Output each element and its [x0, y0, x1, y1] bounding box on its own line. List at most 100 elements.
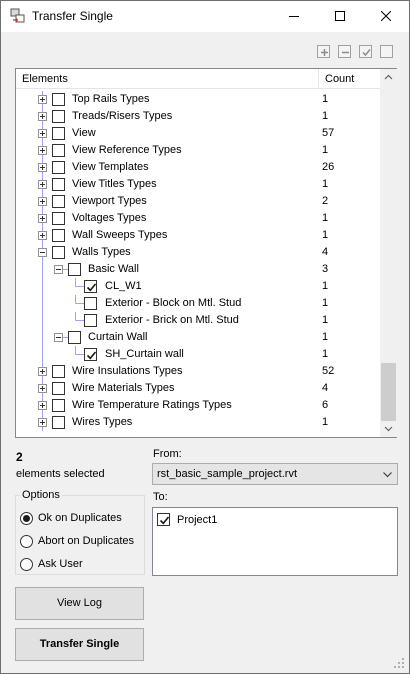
tree-row[interactable]: View 57: [16, 125, 380, 142]
tree-row[interactable]: Walls Types 4: [16, 244, 380, 261]
tree-row-label: Basic Wall: [88, 263, 139, 275]
tree-row[interactable]: Wall Sweeps Types 1: [16, 227, 380, 244]
from-project-select[interactable]: rst_basic_sample_project.rvt: [152, 463, 398, 485]
tree-row-checkbox[interactable]: [52, 161, 65, 174]
transfer-single-button[interactable]: Transfer Single: [15, 628, 144, 661]
count-column-header[interactable]: Count: [325, 73, 354, 85]
tree-row-checkbox[interactable]: [68, 263, 81, 276]
expand-icon[interactable]: [38, 129, 47, 138]
tree-row-checkbox[interactable]: [52, 399, 65, 412]
tree-row-checkbox[interactable]: [52, 93, 65, 106]
tree-row-checkbox[interactable]: [84, 348, 97, 361]
tree-row-checkbox[interactable]: [52, 229, 65, 242]
expand-all-button[interactable]: [317, 45, 330, 58]
expand-icon[interactable]: [38, 180, 47, 189]
expand-icon[interactable]: [38, 197, 47, 206]
tree-row-label: Wire Materials Types: [72, 382, 175, 394]
elements-tree[interactable]: Elements Count Top Rails Types 1 Treads/Ri…: [15, 68, 397, 438]
expand-icon[interactable]: [38, 112, 47, 121]
to-project-list[interactable]: Project1: [152, 507, 398, 576]
to-project-checkbox[interactable]: [157, 513, 170, 526]
expand-icon[interactable]: [38, 384, 47, 393]
tree-row-count: 1: [322, 331, 329, 343]
tree-row-label: Wires Types: [72, 416, 133, 428]
collapse-icon[interactable]: [54, 333, 63, 342]
tree-row-checkbox[interactable]: [52, 416, 65, 429]
expand-icon[interactable]: [38, 214, 47, 223]
tree-row-count: 1: [322, 314, 329, 326]
tree-row[interactable]: SH_Curtain wall 1: [16, 346, 380, 363]
tree-row[interactable]: View Titles Types 1: [16, 176, 380, 193]
tree-row-checkbox[interactable]: [84, 314, 97, 327]
expand-icon[interactable]: [38, 146, 47, 155]
expand-icon[interactable]: [38, 163, 47, 172]
tree-row-count: 2: [322, 195, 329, 207]
option-label: Ok on Duplicates: [38, 512, 122, 524]
collapse-icon[interactable]: [54, 265, 63, 274]
tree-row[interactable]: Top Rails Types 1: [16, 91, 380, 108]
expand-icon[interactable]: [38, 418, 47, 427]
close-icon: [381, 11, 391, 21]
tree-row-count: 1: [322, 297, 329, 309]
tree-row-checkbox[interactable]: [52, 195, 65, 208]
scroll-down-button[interactable]: [380, 420, 397, 437]
radio-button[interactable]: [20, 535, 33, 548]
tree-row-count: 4: [322, 246, 329, 258]
from-label: From:: [153, 448, 182, 460]
radio-button[interactable]: [20, 512, 33, 525]
chevron-down-icon: [383, 472, 392, 478]
tree-row-checkbox[interactable]: [52, 110, 65, 123]
tree-row-count: 1: [322, 93, 329, 105]
tree-row[interactable]: Treads/Risers Types 1: [16, 108, 380, 125]
tree-row-checkbox[interactable]: [52, 178, 65, 191]
tree-row[interactable]: Curtain Wall 1: [16, 329, 380, 346]
tree-row[interactable]: Viewport Types 2: [16, 193, 380, 210]
tree-row[interactable]: Wire Temperature Ratings Types 6: [16, 397, 380, 414]
tree-row-checkbox[interactable]: [52, 144, 65, 157]
tree-row[interactable]: Voltages Types 1: [16, 210, 380, 227]
tree-row-count: 3: [322, 263, 329, 275]
column-divider[interactable]: [318, 69, 319, 89]
tree-body: Top Rails Types 1 Treads/Risers Types 1 View…: [16, 90, 380, 437]
minimize-button[interactable]: [271, 1, 317, 32]
tree-row-checkbox[interactable]: [52, 246, 65, 259]
tree-row[interactable]: Exterior - Brick on Mtl. Stud 1: [16, 312, 380, 329]
scroll-up-button[interactable]: [380, 69, 397, 86]
tree-row[interactable]: Basic Wall 3: [16, 261, 380, 278]
tree-row[interactable]: CL_W1 1: [16, 278, 380, 295]
radio-button[interactable]: [20, 558, 33, 571]
title-bar[interactable]: Transfer Single: [1, 1, 409, 32]
collapse-icon[interactable]: [38, 248, 47, 257]
from-project-value: rst_basic_sample_project.rvt: [157, 468, 298, 480]
uncheck-all-button[interactable]: [380, 45, 393, 58]
expand-icon[interactable]: [38, 231, 47, 240]
tree-row-checkbox[interactable]: [52, 365, 65, 378]
uncheck-all-icon: [382, 47, 393, 58]
expand-icon[interactable]: [38, 401, 47, 410]
tree-row[interactable]: Exterior - Block on Mtl. Stud 1: [16, 295, 380, 312]
tree-row-checkbox[interactable]: [52, 127, 65, 140]
elements-column-header[interactable]: Elements: [22, 73, 68, 85]
check-all-button[interactable]: [359, 45, 372, 58]
vertical-scrollbar[interactable]: [380, 69, 397, 437]
tree-row[interactable]: Wires Types 1: [16, 414, 380, 431]
tree-row[interactable]: Wire Insulations Types 52: [16, 363, 380, 380]
collapse-all-button[interactable]: [338, 45, 351, 58]
close-button[interactable]: [363, 1, 409, 32]
tree-row[interactable]: View Reference Types 1: [16, 142, 380, 159]
expand-icon[interactable]: [38, 367, 47, 376]
tree-row-checkbox[interactable]: [68, 331, 81, 344]
resize-grip-icon[interactable]: [393, 657, 405, 669]
tree-row[interactable]: View Templates 26: [16, 159, 380, 176]
expand-icon[interactable]: [38, 95, 47, 104]
tree-row-checkbox[interactable]: [52, 212, 65, 225]
maximize-button[interactable]: [317, 1, 363, 32]
tree-row-count: 1: [322, 110, 329, 122]
tree-row-checkbox[interactable]: [84, 280, 97, 293]
tree-row-checkbox[interactable]: [84, 297, 97, 310]
view-log-button[interactable]: View Log: [15, 587, 144, 620]
selected-count-label: elements selected: [16, 468, 105, 480]
scroll-thumb[interactable]: [381, 363, 396, 421]
tree-row-checkbox[interactable]: [52, 382, 65, 395]
tree-row[interactable]: Wire Materials Types 4: [16, 380, 380, 397]
